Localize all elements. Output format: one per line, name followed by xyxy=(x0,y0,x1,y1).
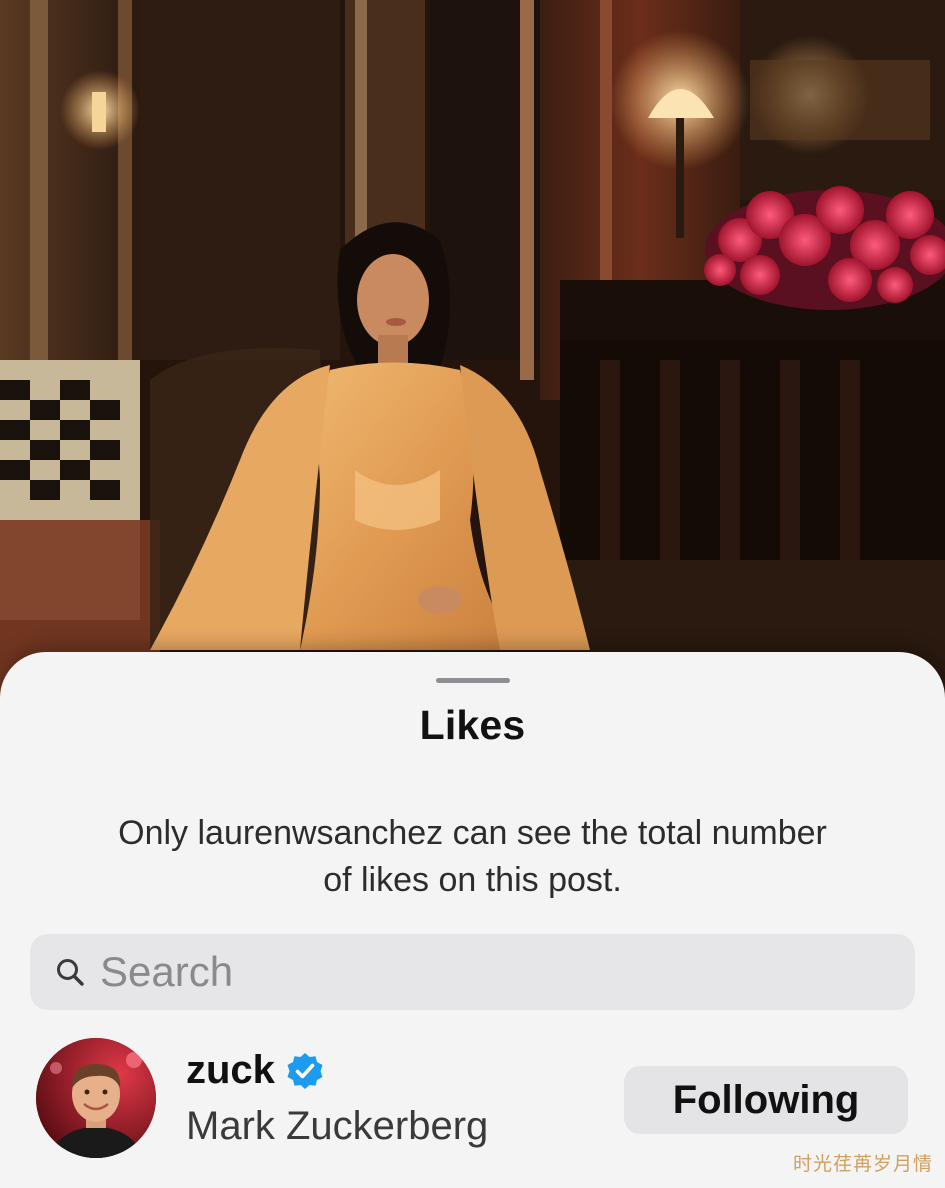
search-input[interactable] xyxy=(100,948,860,996)
verified-badge-icon xyxy=(285,1051,325,1091)
likes-sheet: Likes Only laurenwsanchez can see the to… xyxy=(0,652,945,1188)
search-icon xyxy=(52,954,88,990)
following-button[interactable]: Following xyxy=(624,1066,908,1134)
likes-visibility-notice: Only laurenwsanchez can see the total nu… xyxy=(118,814,827,899)
avatar[interactable] xyxy=(36,1038,156,1158)
post-photo xyxy=(0,0,945,700)
instagram-post-screen: Likes Only laurenwsanchez can see the to… xyxy=(0,0,945,1188)
full-name: Mark Zuckerberg xyxy=(186,1104,489,1148)
sheet-title: Likes xyxy=(419,702,526,748)
watermark-text: 时光荏苒岁月情 xyxy=(792,1153,933,1175)
sheet-drag-handle[interactable] xyxy=(436,678,510,683)
search-bar[interactable] xyxy=(30,934,915,1010)
list-item[interactable]: zuck Mark Zuckerberg Following xyxy=(0,1034,945,1164)
username[interactable]: zuck xyxy=(186,1048,275,1093)
username-line: zuck xyxy=(186,1048,325,1093)
